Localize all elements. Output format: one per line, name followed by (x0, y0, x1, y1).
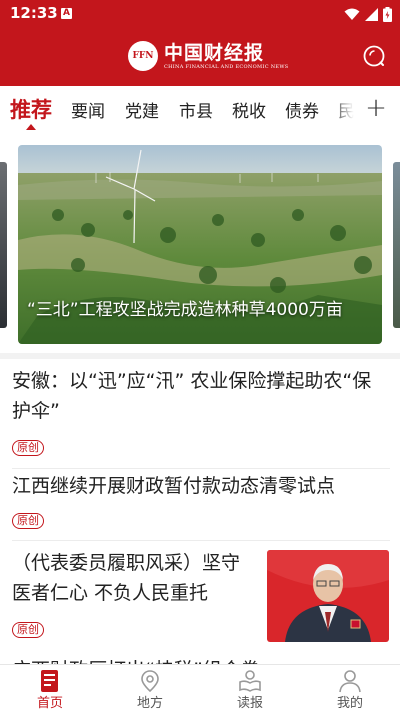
nav-label: 读报 (236, 696, 263, 711)
news-item-1[interactable]: 安徽：以“迅”应“汛” 农业保险撑起助农“保护伞” 原创 (12, 366, 390, 456)
battery-icon (383, 6, 392, 22)
nav-profile[interactable]: 我的 (300, 665, 400, 712)
logo-mark-text: FFN (132, 51, 154, 61)
wifi-icon (344, 8, 360, 20)
status-bar: 12:33 A (0, 0, 400, 28)
carousel-next-slide[interactable] (393, 162, 400, 328)
portrait-image (267, 550, 389, 642)
news-thumbnail[interactable] (267, 550, 389, 642)
carousel-slide[interactable]: “三北”工程攻坚战完成造林种草4000万亩 (18, 145, 382, 344)
user-icon (339, 670, 361, 693)
list-divider (12, 540, 390, 541)
tab-tax[interactable]: 税收 (232, 97, 266, 122)
add-channel-button[interactable]: + (364, 90, 388, 126)
tab-recommend[interactable]: 推荐 (10, 94, 52, 124)
headline-carousel[interactable]: “三北”工程攻坚战完成造林种草4000万亩 (0, 142, 400, 346)
news-item-4-peek[interactable]: 广西财政厅打出“桂税”组合拳 (12, 655, 390, 664)
nav-home[interactable]: 首页 (0, 665, 100, 712)
news-title[interactable]: 安徽：以“迅”应“汛” 农业保险撑起助农“保护伞” (12, 366, 390, 426)
app-header: 12:33 A FFN 中国财经报 CHINA FINANCIAL AND EC… (0, 0, 400, 86)
original-badge: 原创 (12, 440, 44, 456)
carousel-prev-slide[interactable] (0, 162, 7, 328)
notification-icon: A (61, 8, 72, 19)
status-icons (344, 6, 392, 22)
tab-counties[interactable]: 市县 (179, 97, 213, 122)
tab-headlines[interactable]: 要闻 (71, 97, 105, 122)
logo-title: 中国财经报 (164, 41, 265, 64)
newspaper-icon (41, 670, 58, 692)
nav-local[interactable]: 地方 (100, 665, 200, 712)
app-logo: FFN 中国财经报 CHINA FINANCIAL AND ECONOMIC N… (128, 40, 289, 72)
nav-label: 我的 (336, 696, 363, 711)
news-title[interactable]: 江西继续开展财政暂付款动态清零试点 (12, 471, 390, 501)
search-button[interactable] (362, 44, 386, 68)
news-item-3[interactable]: （代表委员履职风采）坚守医者仁心 不负人民重托 原创 (12, 548, 258, 638)
tabs-fade (330, 86, 364, 132)
original-badge: 原创 (12, 622, 44, 638)
reader-icon (239, 670, 261, 692)
search-icon (363, 45, 385, 67)
slide-caption: “三北”工程攻坚战完成造林种草4000万亩 (27, 300, 343, 320)
signal-icon (365, 7, 378, 21)
list-divider (12, 468, 390, 469)
logo-text: 中国财经报 CHINA FINANCIAL AND ECONOMIC NEWS (164, 42, 289, 71)
bottom-navigation: 首页 地方 读报 我的 (0, 664, 400, 712)
news-title[interactable]: （代表委员履职风采）坚守医者仁心 不负人民重托 (12, 548, 258, 608)
nav-label: 地方 (136, 696, 163, 711)
original-badge: 原创 (12, 513, 44, 529)
channel-tabs: 推荐 要闻 党建 市县 税收 债券 民 + (0, 86, 400, 132)
nav-label: 首页 (36, 696, 63, 711)
news-item-2[interactable]: 江西继续开展财政暂付款动态清零试点 原创 (12, 471, 390, 529)
status-time: 12:33 (10, 4, 58, 22)
nav-read-paper[interactable]: 读报 (200, 665, 300, 712)
active-tab-indicator (26, 124, 36, 130)
map-pin-icon (141, 670, 159, 693)
tab-party[interactable]: 党建 (125, 97, 159, 122)
logo-subtitle: CHINA FINANCIAL AND ECONOMIC NEWS (164, 63, 289, 70)
tab-bonds[interactable]: 债券 (285, 97, 319, 122)
section-divider (0, 353, 400, 359)
logo-mark: FFN (128, 41, 158, 71)
